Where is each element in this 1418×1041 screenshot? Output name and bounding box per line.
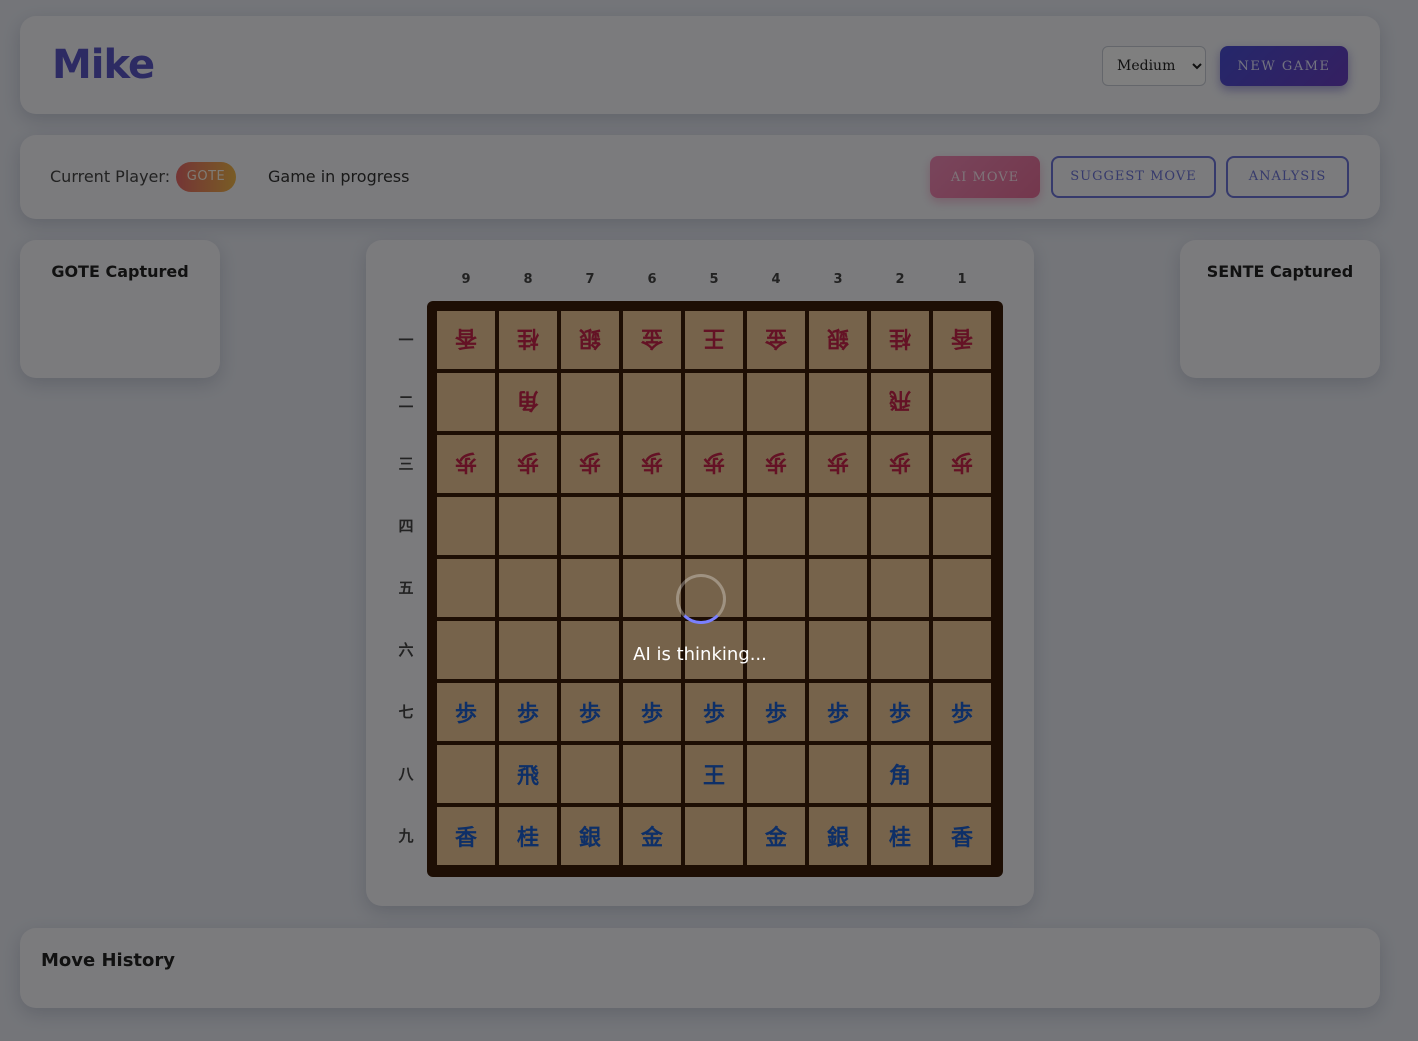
ai-thinking-message: AI is thinking...	[633, 644, 767, 665]
ai-thinking-overlay: AI is thinking...	[0, 0, 1418, 1041]
loading-spinner-icon	[676, 574, 726, 624]
